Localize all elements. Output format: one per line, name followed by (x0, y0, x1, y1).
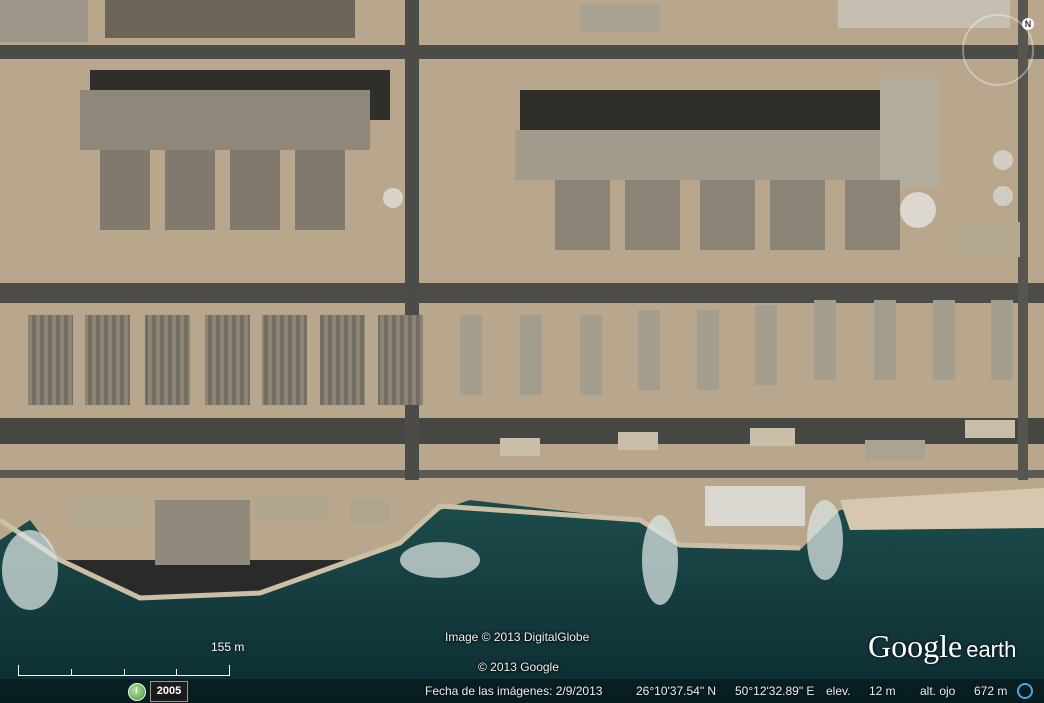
building (500, 438, 540, 456)
building (618, 432, 658, 450)
latitude-readout: 26°10'37.54" N (636, 684, 717, 698)
historical-year-button[interactable]: 2005 (150, 681, 188, 702)
imagery-credit: Image © 2013 DigitalGlobe (445, 630, 590, 644)
north-indicator[interactable]: N (1022, 18, 1034, 30)
google-earth-logo: Google earth (868, 628, 1017, 664)
eye-alt-value: 672 m (974, 684, 1008, 698)
imagery-date: Fecha de las imágenes: 2/9/2013 (425, 684, 603, 698)
building (155, 500, 250, 565)
building (705, 486, 805, 526)
building (255, 495, 327, 520)
building (865, 440, 925, 460)
road (0, 470, 1044, 478)
scale-bar (18, 665, 230, 676)
clock-icon[interactable] (128, 683, 146, 701)
data-credit: © 2013 Google (478, 660, 559, 674)
scale-label: 155 m (211, 640, 245, 654)
streaming-icon (1017, 683, 1033, 699)
longitude-readout: 50°12'32.89" E (735, 684, 815, 698)
road (0, 45, 1044, 59)
building (105, 0, 355, 38)
elevation-value: 12 m (869, 684, 896, 698)
compass-ring-icon[interactable]: N (962, 14, 1034, 86)
building (0, 0, 88, 42)
satellite-imagery[interactable] (0, 0, 1044, 703)
elevation-label: elev. (826, 684, 851, 698)
building (515, 130, 905, 180)
building (350, 498, 390, 523)
building (580, 4, 660, 32)
cooling-units-left (28, 315, 423, 405)
building (750, 428, 795, 446)
building (70, 500, 142, 528)
map-view[interactable]: N Image © 2013 DigitalGlobe © 2013 Googl… (0, 0, 1044, 703)
building (80, 90, 370, 150)
building (965, 420, 1015, 438)
road (405, 0, 419, 480)
eye-alt-label: alt. ojo (920, 684, 956, 698)
building (880, 78, 940, 188)
building (955, 222, 1020, 257)
